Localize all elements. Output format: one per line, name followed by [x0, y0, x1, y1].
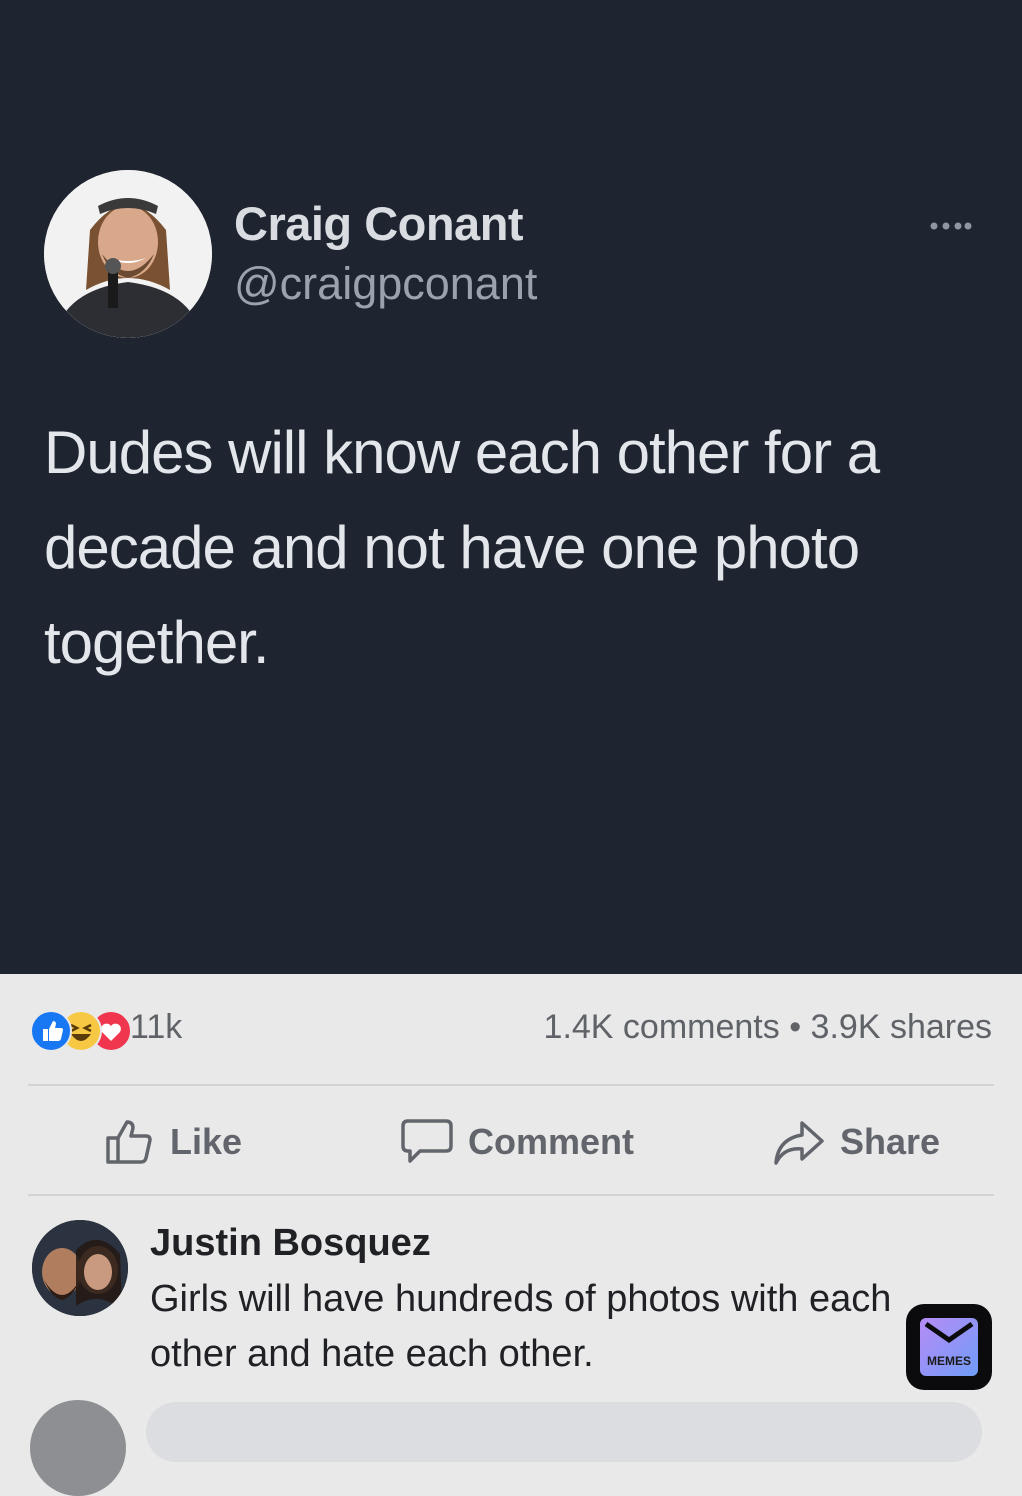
like-button[interactable]: Like [104, 1110, 242, 1174]
like-label: Like [170, 1121, 243, 1162]
comment-label: Comment [468, 1121, 635, 1162]
more-options-icon[interactable] [928, 206, 976, 238]
commenter-avatar[interactable] [32, 1220, 128, 1316]
reaction-count[interactable]: 11k [130, 1008, 182, 1047]
profile-avatar[interactable] [44, 170, 212, 338]
comments-shares-count[interactable]: 1.4K comments • 3.9K shares [544, 1008, 992, 1047]
actions-divider [28, 1194, 994, 1196]
like-reaction-icon [30, 1010, 72, 1052]
display-name[interactable]: Craig Conant [234, 196, 524, 251]
tweet-card: Craig Conant @craigpconant Dudes will kn… [0, 0, 1022, 974]
thumbs-up-icon [106, 1120, 152, 1164]
tweet-text: Dudes will know each other for a decade … [44, 419, 880, 676]
memes-logo-icon: MEMES [920, 1318, 978, 1376]
stats-divider [28, 1084, 994, 1086]
comment-bubble-icon [401, 1119, 453, 1163]
memes-label: MEMES [926, 1354, 971, 1368]
comment-author[interactable]: Justin Bosquez [150, 1222, 431, 1265]
comment-text: Girls will have hundreds of photos with … [150, 1278, 892, 1375]
share-arrow-icon [774, 1121, 824, 1165]
next-commenter-avatar[interactable] [30, 1400, 126, 1496]
share-label: Share [840, 1121, 941, 1162]
memes-app-badge[interactable]: MEMES [906, 1304, 992, 1390]
user-handle[interactable]: @craigpconant [234, 258, 537, 310]
comment-button[interactable]: Comment [400, 1110, 634, 1174]
share-button[interactable]: Share [772, 1110, 940, 1174]
next-comment-bubble[interactable] [146, 1402, 982, 1462]
